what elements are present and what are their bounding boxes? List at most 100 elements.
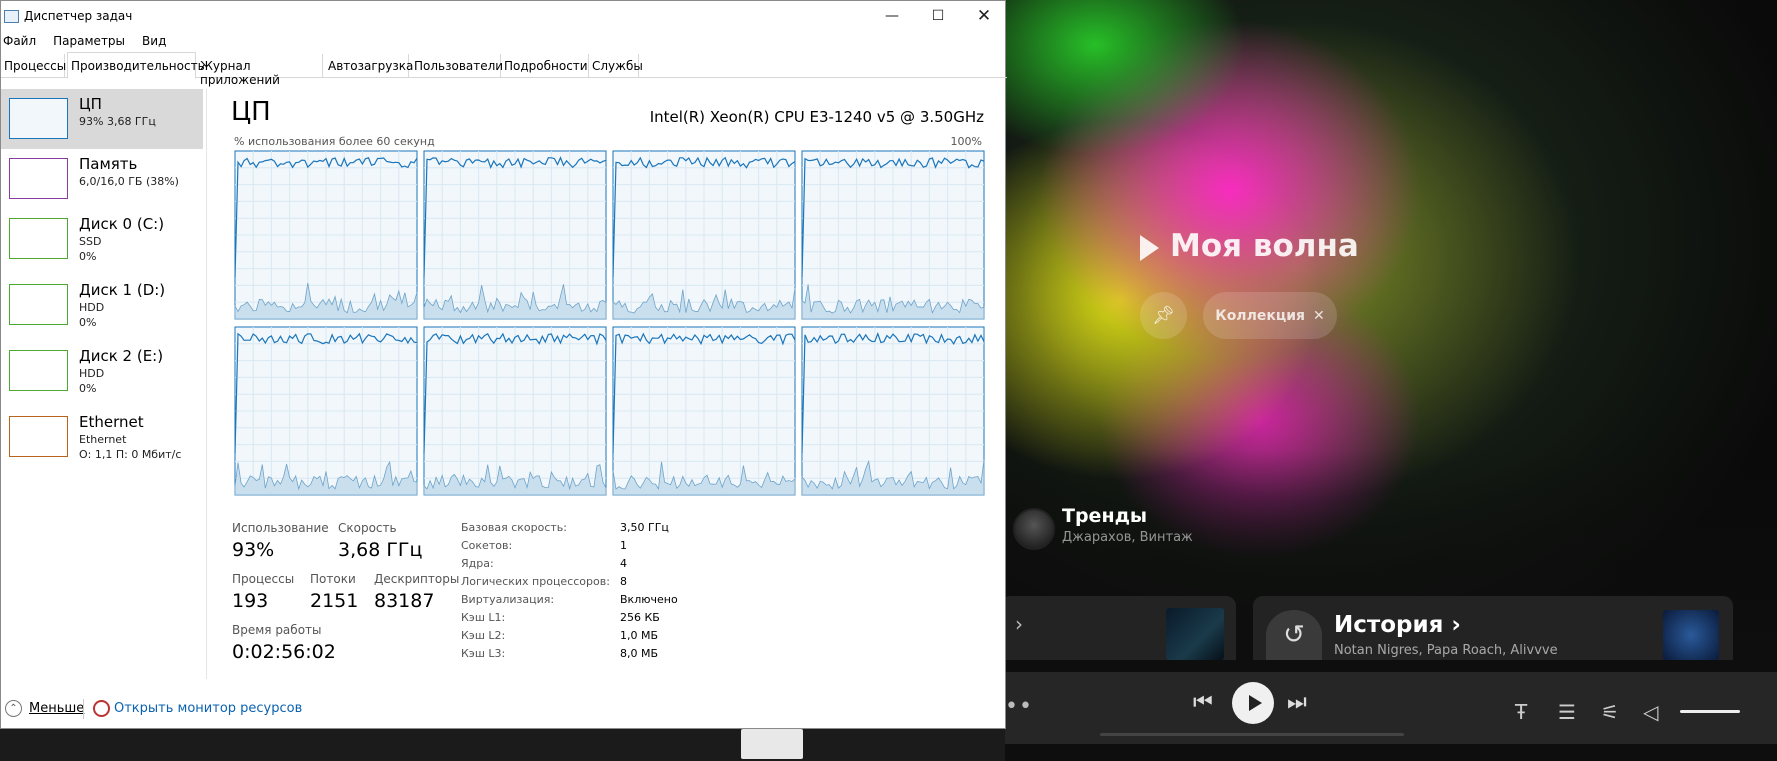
sidebar-item-label: Диск 1 (D:) xyxy=(79,281,166,299)
collection-filter-chip[interactable]: Коллекция ✕ xyxy=(1203,292,1337,339)
play-icon xyxy=(1248,695,1262,711)
cpu-model: Intel(R) Xeon(R) CPU E3-1240 v5 @ 3.50GH… xyxy=(649,108,984,126)
logical-processor-graph xyxy=(423,326,607,496)
sidebar-item[interactable]: Диск 2 (E:) HDD 0% xyxy=(1,341,203,401)
usage-label: Использование xyxy=(232,521,329,535)
open-resource-monitor-link[interactable]: Открыть монитор ресурсов xyxy=(114,701,302,716)
volume-slider[interactable] xyxy=(1680,710,1740,713)
sidebar-thumbnail-graph xyxy=(9,284,68,325)
graph-caption: % использования более 60 секунд xyxy=(234,135,435,148)
spec-label: Логических процессоров: xyxy=(461,575,610,588)
task-manager-window: Диспетчер задач — ☐ ✕ Файл Параметры Вид… xyxy=(0,0,1007,729)
chevron-up-icon[interactable]: ⌃ xyxy=(5,700,22,717)
sidebar-item[interactable]: Память 6,0/16,0 ГБ (38%) xyxy=(1,149,203,209)
history-cover[interactable] xyxy=(1663,610,1719,660)
menu-file[interactable]: Файл xyxy=(1,31,36,53)
chevron-right-icon: › xyxy=(1451,612,1461,638)
spec-label: Виртуализация: xyxy=(461,593,555,606)
previous-track-button[interactable]: ⏮ xyxy=(1193,690,1213,715)
sidebar-item-detail: 93% 3,68 ГГц xyxy=(79,115,156,128)
spec-value: 8 xyxy=(620,575,627,588)
sidebar-thumbnail-graph xyxy=(9,416,68,457)
tab-processes[interactable]: Процессы xyxy=(1,54,66,78)
speed-value: 3,68 ГГц xyxy=(338,539,423,561)
sidebar-item-detail: 0% xyxy=(79,382,97,395)
sidebar-item[interactable]: Ethernet Ethernet О: 1,1 П: 0 Мбит/с xyxy=(1,407,203,467)
sidebar-item-detail: 0% xyxy=(79,250,97,263)
handles-label: Дескрипторы xyxy=(374,572,460,586)
cpu-graph-grid xyxy=(234,150,985,496)
close-button[interactable]: ✕ xyxy=(961,1,1007,31)
fewer-details-link[interactable]: Меньше xyxy=(29,701,84,716)
pin-button[interactable]: 📌︎ xyxy=(1140,292,1187,339)
next-track-button[interactable]: ⏭ xyxy=(1287,690,1307,715)
lyrics-icon[interactable]: Ŧ xyxy=(1515,700,1527,724)
sidebar-item-detail: HDD xyxy=(79,301,105,314)
tab-performance[interactable]: Производительность xyxy=(67,52,205,79)
taskbar-thumbnail[interactable] xyxy=(741,729,803,759)
sidebar-item[interactable]: Диск 1 (D:) HDD 0% xyxy=(1,275,203,335)
resource-monitor-icon xyxy=(93,700,110,717)
logical-processor-graph xyxy=(801,150,985,320)
logical-processor-graph xyxy=(801,326,985,496)
spec-value: 1 xyxy=(620,539,627,552)
sidebar-item-detail: О: 1,1 П: 0 Мбит/с xyxy=(79,448,182,461)
sidebar-divider xyxy=(206,89,207,679)
page-title: ЦП xyxy=(231,97,271,127)
tab-bar: Процессы Производительность Журнал прило… xyxy=(1,52,1007,87)
threads-label: Потоки xyxy=(310,572,356,586)
graph-max-label: 100% xyxy=(950,135,982,148)
sidebar-item-label: Диск 2 (E:) xyxy=(79,347,164,365)
sidebar-item-detail: 0% xyxy=(79,316,97,329)
sidebar-item-detail: Ethernet xyxy=(79,433,127,446)
menu-options[interactable]: Параметры xyxy=(51,31,125,53)
spec-label: Ядра: xyxy=(461,557,494,570)
tab-users[interactable]: Пользователи xyxy=(411,54,503,78)
volume-icon[interactable]: ◁ xyxy=(1643,700,1658,724)
maximize-button[interactable]: ☐ xyxy=(915,1,961,31)
title-bar[interactable]: Диспетчер задач — ☐ ✕ xyxy=(1,1,1005,31)
usage-value: 93% xyxy=(232,539,275,561)
tab-details[interactable]: Подробности xyxy=(501,54,589,78)
history-subtitle: Notan Nigres, Papa Roach, Alivvve xyxy=(1334,643,1558,658)
spec-label: Кэш L1: xyxy=(461,611,506,624)
spec-value: 256 КБ xyxy=(620,611,660,624)
sidebar-item[interactable]: ЦП 93% 3,68 ГГц xyxy=(1,89,203,149)
chevron-right-icon[interactable]: › xyxy=(1015,612,1023,636)
more-icon[interactable]: •• xyxy=(1005,694,1033,719)
tab-app-history[interactable]: Журнал приложений xyxy=(197,54,323,87)
trends-subtitle: Джарахов, Винтаж xyxy=(1062,530,1193,545)
progress-bar[interactable] xyxy=(1100,733,1404,736)
menu-bar: Файл Параметры Вид xyxy=(1,31,181,53)
trends-avatar[interactable] xyxy=(1013,508,1055,550)
minimize-button[interactable]: — xyxy=(869,1,915,31)
spec-label: Базовая скорость: xyxy=(461,521,567,534)
taskbar xyxy=(0,729,1005,761)
handles-value: 83187 xyxy=(374,590,435,612)
close-icon[interactable]: ✕ xyxy=(1313,308,1325,324)
queue-icon[interactable]: ☰ xyxy=(1558,700,1576,724)
playlist-cover[interactable] xyxy=(1166,608,1224,660)
menu-view[interactable]: Вид xyxy=(140,31,166,53)
play-icon[interactable] xyxy=(1140,235,1159,261)
equalizer-icon[interactable]: ⚟ xyxy=(1601,700,1619,724)
history-title[interactable]: История › xyxy=(1334,612,1461,638)
wave-title[interactable]: Моя волна xyxy=(1170,228,1359,264)
spec-value: 8,0 МБ xyxy=(620,647,659,660)
logical-processor-graph xyxy=(234,150,418,320)
threads-value: 2151 xyxy=(310,590,359,612)
trends-title[interactable]: Тренды xyxy=(1062,505,1147,527)
sidebar-item[interactable]: Диск 0 (C:) SSD 0% xyxy=(1,209,203,269)
logical-processor-graph xyxy=(234,326,418,496)
logical-processor-graph xyxy=(423,150,607,320)
collection-label: Коллекция xyxy=(1215,307,1305,324)
performance-sidebar: ЦП 93% 3,68 ГГц Память 6,0/16,0 ГБ (38%) Дис… xyxy=(1,89,203,679)
tab-startup[interactable]: Автозагрузка xyxy=(325,54,413,78)
tab-services[interactable]: Службы xyxy=(589,54,643,78)
play-button[interactable] xyxy=(1232,682,1274,724)
processes-value: 193 xyxy=(232,590,269,612)
sidebar-item-detail: HDD xyxy=(79,367,105,380)
processes-label: Процессы xyxy=(232,572,295,586)
sidebar-item-detail: SSD xyxy=(79,235,102,248)
sidebar-thumbnail-graph xyxy=(9,98,68,139)
